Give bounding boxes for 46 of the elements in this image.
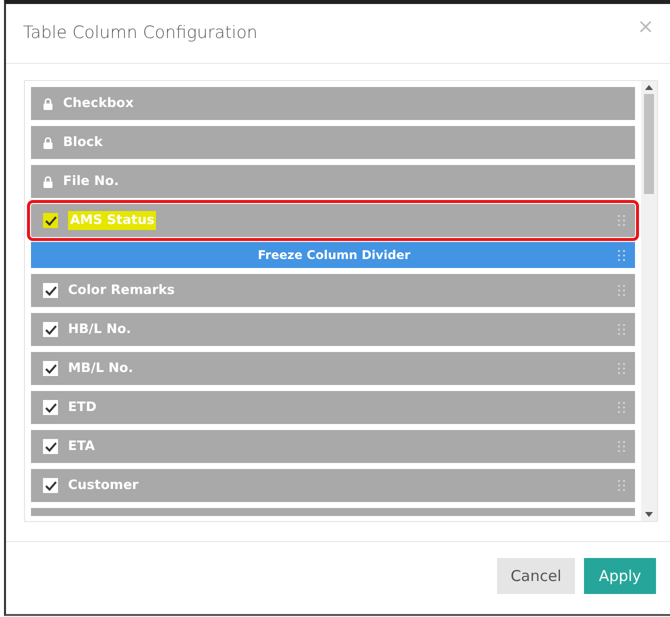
column-row[interactable]: File No. [31,165,635,198]
column-row[interactable]: ETD [31,391,635,424]
drag-handle-icon[interactable] [618,441,625,452]
column-row[interactable]: Block [31,126,635,159]
column-row[interactable]: Color Remarks [31,274,635,307]
scrollbar-thumb[interactable] [644,94,654,194]
column-label: File No. [63,172,119,191]
lock-icon [43,98,53,110]
column-row[interactable]: HB/L No. [31,313,635,346]
cancel-button[interactable]: Cancel [497,558,575,594]
column-label: AMS Status [68,210,156,230]
checkbox[interactable] [43,439,58,454]
column-label: Checkbox [63,94,134,113]
drag-handle-icon[interactable] [618,363,625,374]
close-button[interactable]: × [637,16,654,36]
scroll-up-icon[interactable] [645,85,653,90]
lock-icon [43,136,53,148]
lock-icon [43,176,53,188]
column-row[interactable]: AMS Status [31,204,635,237]
divider-label: Freeze Column Divider [258,247,410,264]
column-label: Customer [68,476,138,495]
checkbox[interactable] [43,322,58,337]
checkbox[interactable] [43,213,58,228]
column-label: ETA [68,438,95,456]
drag-handle-icon[interactable] [618,250,625,260]
column-label: ETD [68,398,97,417]
drag-handle-icon[interactable] [618,285,625,296]
drag-handle-icon[interactable] [618,324,625,335]
drag-handle-icon[interactable] [618,480,625,491]
checkbox[interactable] [43,478,58,493]
column-row[interactable]: ETA [31,430,635,463]
checkbox[interactable] [43,400,58,415]
column-label: Color Remarks [68,282,175,300]
column-row[interactable]: Customer [31,469,635,502]
drag-handle-icon[interactable] [618,402,625,413]
apply-button[interactable]: Apply [584,558,656,594]
checkbox[interactable] [43,283,58,298]
checkbox[interactable] [43,361,58,376]
scroll-down-icon[interactable] [645,512,653,517]
column-label: Block [63,134,103,152]
column-row[interactable]: MB/L No. [31,352,635,385]
column-row[interactable]: Checkbox [31,87,635,120]
column-label: HB/L No. [68,320,132,339]
dialog-title: Table Column Configuration [23,22,258,45]
column-label: MB/L No. [68,360,134,378]
drag-handle-icon[interactable] [618,215,625,226]
